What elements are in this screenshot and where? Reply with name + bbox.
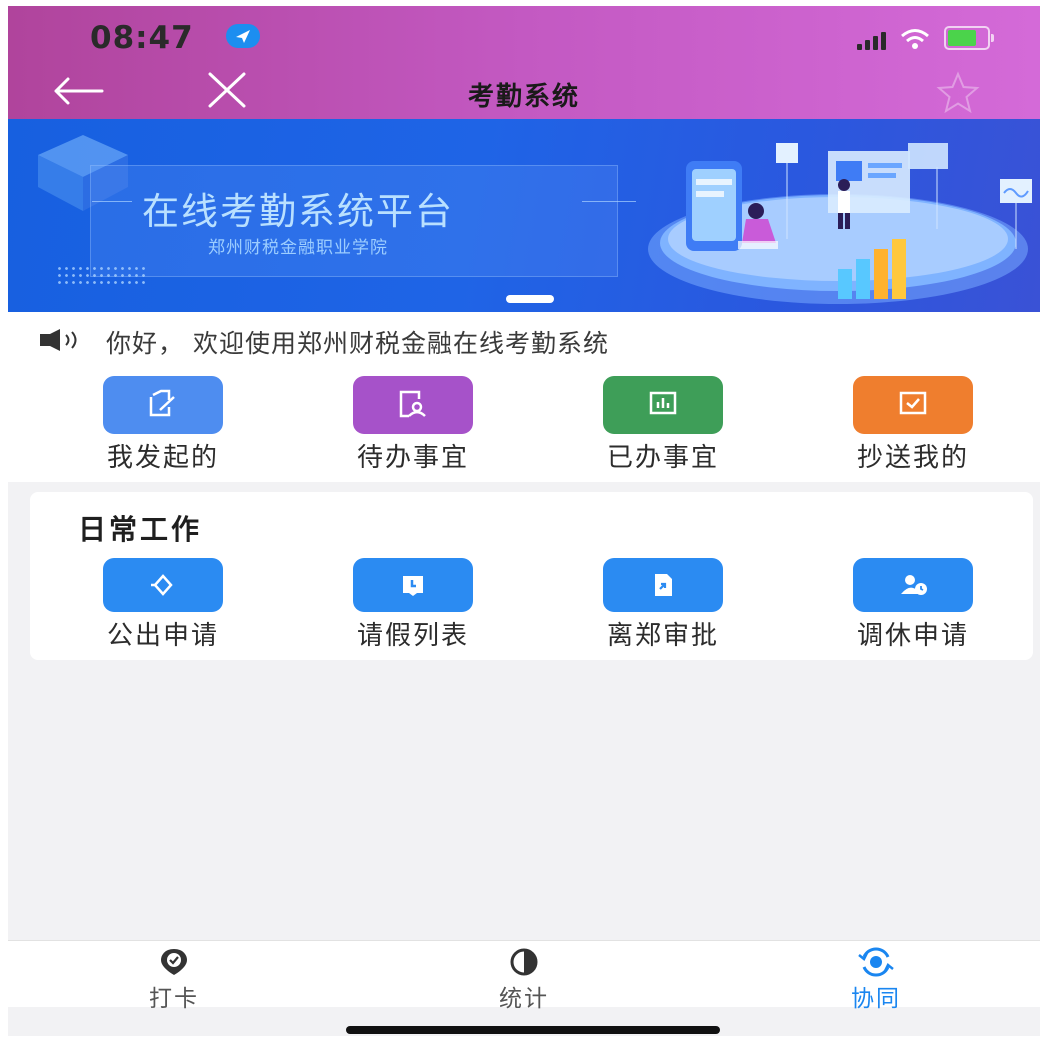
- tile-initiated: [103, 376, 223, 434]
- tile-done: [603, 376, 723, 434]
- quick-action-done[interactable]: 已办事宜: [578, 376, 748, 474]
- daily-item-label: 离郑审批: [606, 621, 719, 651]
- tile-cc: [853, 376, 973, 434]
- quick-actions: 我发起的 待办事宜 已办事宜 抄送我的: [8, 366, 1040, 482]
- done-icon: [649, 391, 677, 415]
- speaker-icon: [40, 329, 77, 351]
- notice-bar: 你好， 欢迎使用郑州财税金融在线考勤系统: [8, 312, 1040, 366]
- notice-text: 你好， 欢迎使用郑州财税金融在线考勤系统: [106, 329, 609, 358]
- tab-collaborate[interactable]: 协同: [816, 941, 936, 1013]
- bottom-tab-bar: 打卡 统计 协同: [8, 940, 1040, 1012]
- checkin-pin-icon: [161, 949, 187, 975]
- quick-action-initiated[interactable]: 我发起的: [78, 376, 248, 474]
- quick-action-cc[interactable]: 抄送我的: [828, 376, 998, 474]
- status-time: 08:47: [90, 20, 194, 56]
- carousel-indicator: [506, 295, 554, 303]
- wifi-icon: [901, 29, 929, 49]
- home-indicator: [346, 1026, 720, 1034]
- tab-checkin[interactable]: 打卡: [114, 941, 234, 1013]
- quick-action-label: 已办事宜: [606, 443, 719, 473]
- tile-business-trip: [103, 558, 223, 612]
- location-arrow-icon: [226, 24, 260, 48]
- tab-label: 打卡: [149, 986, 199, 1012]
- section-title: 日常工作: [78, 513, 203, 546]
- tile-leave-list: [353, 558, 473, 612]
- daily-item-label: 调休申请: [856, 621, 969, 651]
- tab-statistics[interactable]: 统计: [464, 941, 584, 1013]
- user-clock-icon: [901, 575, 927, 595]
- initiated-icon: [149, 389, 175, 417]
- collaborate-icon: [858, 947, 894, 977]
- daily-item-label: 请假列表: [356, 621, 469, 651]
- battery-icon: [944, 26, 994, 50]
- signal-icon: [857, 32, 886, 50]
- daily-work-card: 日常工作 公出申请 请假列表 离郑审批 调休申请: [30, 492, 1033, 660]
- page-title: 考勤系统: [467, 82, 580, 112]
- banner-carousel[interactable]: 在线考勤系统平台 郑州财税金融职业学院: [8, 119, 1040, 312]
- daily-item-label: 公出申请: [106, 621, 219, 651]
- banner-line-right: [582, 201, 636, 202]
- banner-dot-grid: [56, 265, 148, 285]
- pie-chart-icon: [510, 948, 538, 976]
- quick-action-label: 待办事宜: [356, 443, 469, 473]
- app-screen: 08:47 考勤系统 在线考勤系统平台 郑州财税金融职业学院 你好， 欢迎使用郑…: [8, 6, 1040, 1036]
- tile-todo: [353, 376, 473, 434]
- star-icon[interactable]: [930, 68, 986, 116]
- quick-action-label: 抄送我的: [856, 443, 969, 473]
- quick-action-label: 我发起的: [106, 443, 219, 473]
- tile-shift-off: [853, 558, 973, 612]
- quick-action-todo[interactable]: 待办事宜: [328, 376, 498, 474]
- daily-item-leave-list[interactable]: 请假列表: [328, 558, 498, 652]
- todo-icon: [399, 390, 426, 418]
- banner-subtitle: 郑州财税金融职业学院: [208, 238, 388, 258]
- tile-leave-city: [603, 558, 723, 612]
- cc-icon: [899, 391, 927, 415]
- tab-label: 统计: [499, 986, 549, 1012]
- diamond-icon: [151, 574, 173, 596]
- tab-label: 协同: [851, 986, 901, 1012]
- document-icon: [655, 574, 672, 596]
- office-illustration: [648, 143, 1032, 304]
- daily-item-business-trip[interactable]: 公出申请: [78, 558, 248, 652]
- daily-item-leave-city[interactable]: 离郑审批: [578, 558, 748, 652]
- banner-title: 在线考勤系统平台: [142, 190, 454, 233]
- status-icons: [857, 26, 994, 50]
- header: 08:47 考勤系统: [8, 6, 1040, 119]
- leave-list-icon: [403, 576, 423, 596]
- daily-item-shift-off[interactable]: 调休申请: [828, 558, 998, 652]
